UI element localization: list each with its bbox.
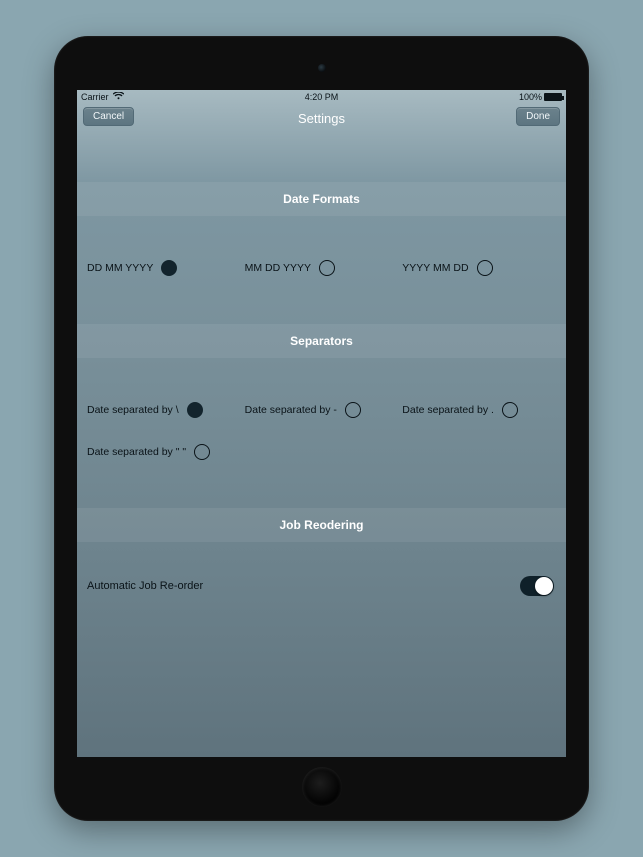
option-dd-mm-yyyy[interactable]: DD MM YYYY: [85, 260, 243, 276]
option-mm-dd-yyyy[interactable]: MM DD YYYY: [243, 260, 401, 276]
separators-options: Date separated by \ Date separated by - …: [77, 358, 566, 468]
automatic-reorder-label: Automatic Job Re-order: [87, 580, 203, 592]
content: Date Formats DD MM YYYY MM DD YYYY YYYY …: [77, 132, 566, 596]
nav-bar: Cancel Settings Done: [77, 104, 566, 132]
radio-icon[interactable]: [319, 260, 335, 276]
option-label: Date separated by -: [245, 404, 337, 416]
option-label: YYYY MM DD: [402, 262, 468, 274]
home-button[interactable]: [302, 767, 342, 807]
done-button[interactable]: Done: [516, 107, 560, 126]
automatic-reorder-row: Automatic Job Re-order: [77, 542, 566, 596]
screen: Carrier 4:20 PM 100% Cancel Settings Don…: [77, 90, 566, 757]
radio-icon[interactable]: [345, 402, 361, 418]
tablet-frame: Carrier 4:20 PM 100% Cancel Settings Don…: [54, 36, 589, 821]
automatic-reorder-toggle[interactable]: [520, 576, 554, 596]
toggle-knob-icon: [535, 577, 553, 595]
page-title: Settings: [298, 111, 345, 126]
radio-icon[interactable]: [187, 402, 203, 418]
option-sep-dot[interactable]: Date separated by .: [400, 402, 558, 418]
cancel-button[interactable]: Cancel: [83, 107, 134, 126]
header-job-reordering: Job Reodering: [77, 508, 566, 542]
date-formats-options: DD MM YYYY MM DD YYYY YYYY MM DD: [77, 216, 566, 284]
option-label: Date separated by .: [402, 404, 494, 416]
option-label: Date separated by " ": [87, 446, 186, 458]
status-time: 4:20 PM: [77, 92, 566, 102]
option-sep-dash[interactable]: Date separated by -: [243, 402, 401, 418]
option-yyyy-mm-dd[interactable]: YYYY MM DD: [400, 260, 558, 276]
option-label: Date separated by \: [87, 404, 179, 416]
option-label: MM DD YYYY: [245, 262, 311, 274]
radio-icon[interactable]: [161, 260, 177, 276]
option-sep-space[interactable]: Date separated by " ": [85, 444, 243, 460]
front-camera-icon: [318, 64, 326, 72]
radio-icon[interactable]: [194, 444, 210, 460]
status-bar: Carrier 4:20 PM 100%: [77, 90, 566, 104]
radio-icon[interactable]: [502, 402, 518, 418]
option-label: DD MM YYYY: [87, 262, 153, 274]
header-date-formats: Date Formats: [77, 182, 566, 216]
option-sep-backslash[interactable]: Date separated by \: [85, 402, 243, 418]
battery-icon: [544, 93, 562, 101]
radio-icon[interactable]: [477, 260, 493, 276]
header-separators: Separators: [77, 324, 566, 358]
